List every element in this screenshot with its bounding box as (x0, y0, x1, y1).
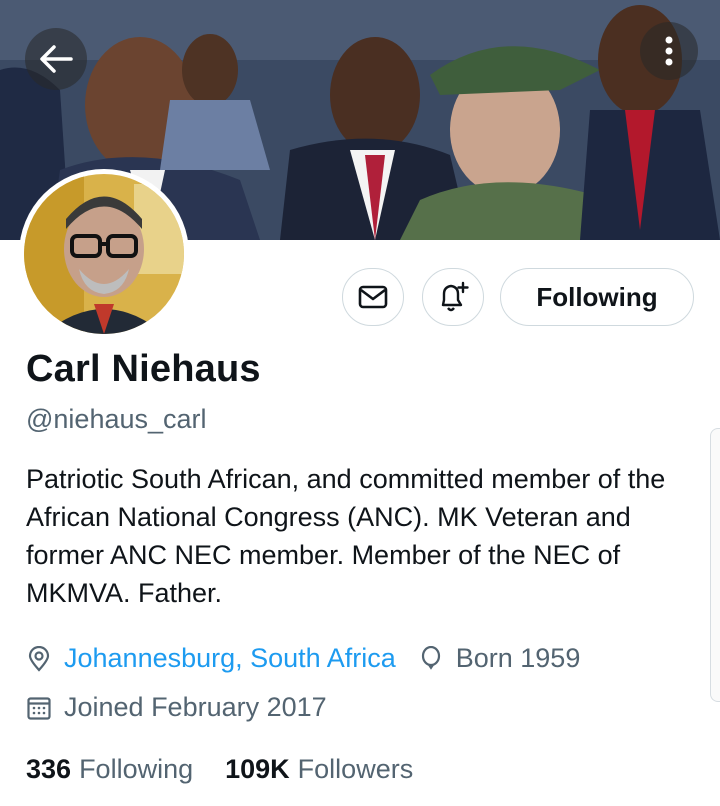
profile-bio: Patriotic South African, and committed m… (26, 464, 666, 608)
followers-stat-link[interactable]: 109K Followers (225, 754, 413, 785)
notifications-button[interactable] (422, 268, 484, 326)
scroll-handle[interactable] (710, 428, 720, 702)
message-button[interactable] (342, 268, 404, 326)
profile-location-link[interactable]: Johannesburg, South Africa (64, 643, 396, 674)
profile-meta-row-2: Joined February 2017 (26, 692, 327, 723)
profile-joined-text: Joined February 2017 (64, 692, 327, 722)
balloon-icon (418, 645, 444, 672)
arrow-left-icon (39, 44, 73, 74)
calendar-icon (26, 695, 52, 721)
profile-meta-row-1: Johannesburg, South Africa Born 1959 (26, 643, 580, 674)
followers-label: Followers (297, 754, 414, 784)
location-pin-icon (26, 645, 52, 672)
following-label: Following (79, 754, 194, 784)
back-button[interactable] (25, 28, 87, 90)
bell-plus-icon (436, 281, 470, 313)
following-button[interactable]: Following (500, 268, 694, 326)
more-options-button[interactable] (640, 22, 698, 80)
more-vertical-icon (664, 35, 674, 67)
profile-name: Carl Niehaus (26, 348, 261, 390)
profile-handle: @niehaus_carl (26, 404, 207, 434)
following-button-label: Following (536, 281, 658, 312)
envelope-icon (358, 284, 388, 310)
profile-stats: 336 Following 109K Followers (26, 754, 413, 785)
avatar-photo (24, 174, 184, 334)
following-count: 336 (26, 754, 72, 784)
profile-born-text: Born 1959 (455, 643, 581, 673)
followers-count: 109K (225, 754, 290, 784)
following-stat-link[interactable]: 336 Following (26, 754, 193, 785)
profile-born: Born 1959 (418, 643, 581, 674)
profile-avatar[interactable] (24, 174, 184, 334)
